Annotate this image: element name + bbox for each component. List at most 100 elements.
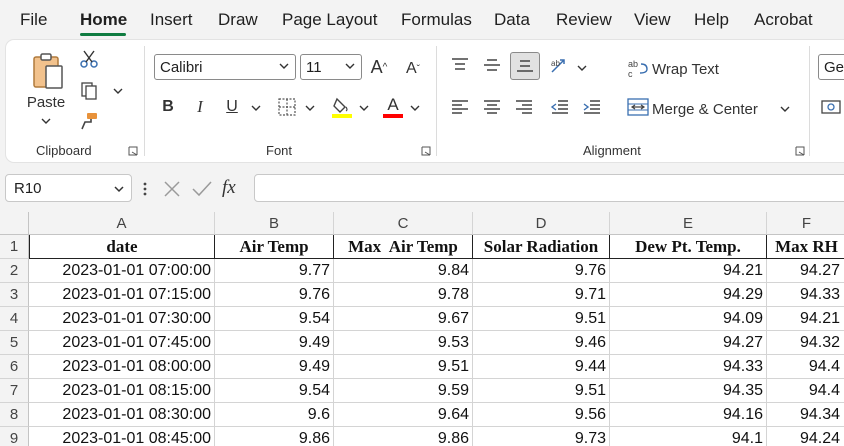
increase-font-size-button[interactable]: A ^: [368, 54, 390, 80]
row-header[interactable]: 5: [0, 331, 29, 355]
borders-chevron-icon[interactable]: [305, 103, 315, 113]
align-right-icon[interactable]: [512, 96, 536, 118]
menu-acrobat[interactable]: Acrobat: [754, 10, 813, 30]
bold-button[interactable]: B: [158, 96, 178, 118]
table-cell[interactable]: 9.51: [473, 307, 610, 331]
select-all-corner[interactable]: [0, 212, 29, 235]
column-header-a[interactable]: A: [29, 212, 215, 235]
fill-color-icon[interactable]: [330, 94, 354, 120]
menu-help[interactable]: Help: [694, 10, 729, 30]
italic-button[interactable]: I: [190, 96, 210, 118]
row-header[interactable]: 1: [0, 235, 29, 259]
table-cell[interactable]: 9.51: [473, 379, 610, 403]
column-header-d[interactable]: D: [473, 212, 610, 235]
font-size-select[interactable]: 11: [300, 54, 362, 80]
menu-data[interactable]: Data: [494, 10, 530, 30]
align-left-icon[interactable]: [448, 96, 472, 118]
table-cell[interactable]: 2023-01-01 08:00:00: [29, 355, 215, 379]
table-cell[interactable]: 9.64: [334, 403, 473, 427]
table-cell[interactable]: 9.56: [473, 403, 610, 427]
orientation-icon[interactable]: ab: [548, 54, 572, 78]
table-cell[interactable]: 94.24: [767, 427, 844, 446]
clipboard-launcher-icon[interactable]: [128, 146, 138, 156]
table-cell[interactable]: 94.33: [610, 355, 767, 379]
header-cell-dew-pt-temp[interactable]: Dew Pt. Temp.: [610, 235, 767, 259]
row-header[interactable]: 6: [0, 355, 29, 379]
table-cell[interactable]: 9.6: [215, 403, 334, 427]
menu-home[interactable]: Home: [80, 10, 127, 30]
table-cell[interactable]: 2023-01-01 07:45:00: [29, 331, 215, 355]
decrease-font-size-button[interactable]: Aˇ: [402, 56, 424, 82]
more-options-icon[interactable]: [142, 180, 148, 198]
paste-icon[interactable]: [28, 50, 68, 94]
increase-indent-icon[interactable]: [580, 96, 604, 118]
paste-label[interactable]: Paste: [26, 93, 66, 111]
fill-color-chevron-icon[interactable]: [359, 103, 369, 113]
table-cell[interactable]: 9.54: [215, 379, 334, 403]
copy-dropdown-chevron-icon[interactable]: [113, 86, 123, 96]
copy-icon[interactable]: [78, 80, 100, 102]
merge-center-icon[interactable]: [626, 96, 650, 118]
menu-page-layout[interactable]: Page Layout: [282, 10, 377, 30]
table-cell[interactable]: 94.09: [610, 307, 767, 331]
align-center-icon[interactable]: [480, 96, 504, 118]
row-header[interactable]: 2: [0, 259, 29, 283]
column-header-b[interactable]: B: [215, 212, 334, 235]
table-cell[interactable]: 2023-01-01 07:30:00: [29, 307, 215, 331]
column-header-f[interactable]: F: [767, 212, 844, 235]
table-cell[interactable]: 94.4: [767, 379, 844, 403]
table-cell[interactable]: 9.53: [334, 331, 473, 355]
table-cell[interactable]: 2023-01-01 08:15:00: [29, 379, 215, 403]
menu-insert[interactable]: Insert: [150, 10, 193, 30]
table-cell[interactable]: 9.77: [215, 259, 334, 283]
table-cell[interactable]: 94.27: [767, 259, 844, 283]
alignment-launcher-icon[interactable]: [795, 146, 805, 156]
table-cell[interactable]: 9.49: [215, 355, 334, 379]
underline-button[interactable]: U: [222, 96, 242, 118]
table-cell[interactable]: 9.49: [215, 331, 334, 355]
table-cell[interactable]: 94.34: [767, 403, 844, 427]
table-cell[interactable]: 9.86: [215, 427, 334, 446]
row-header[interactable]: 9: [0, 427, 29, 446]
table-cell[interactable]: 9.78: [334, 283, 473, 307]
align-top-icon[interactable]: [448, 54, 472, 76]
wrap-text-button[interactable]: Wrap Text: [652, 58, 719, 80]
chevron-down-icon[interactable]: [113, 183, 125, 195]
formula-input[interactable]: [254, 174, 844, 202]
table-cell[interactable]: 94.29: [610, 283, 767, 307]
table-cell[interactable]: 9.76: [473, 259, 610, 283]
row-header[interactable]: 4: [0, 307, 29, 331]
table-cell[interactable]: 9.51: [334, 355, 473, 379]
table-cell[interactable]: 9.54: [215, 307, 334, 331]
table-cell[interactable]: 9.84: [334, 259, 473, 283]
table-cell[interactable]: 9.73: [473, 427, 610, 446]
menu-formulas[interactable]: Formulas: [401, 10, 472, 30]
column-header-c[interactable]: C: [334, 212, 473, 235]
table-cell[interactable]: 9.76: [215, 283, 334, 307]
column-header-e[interactable]: E: [610, 212, 767, 235]
table-cell[interactable]: 2023-01-01 08:30:00: [29, 403, 215, 427]
table-cell[interactable]: 94.32: [767, 331, 844, 355]
font-color-icon[interactable]: A: [381, 94, 405, 120]
spreadsheet-grid[interactable]: A B C D E F 1 2 3 4 5 6 7 8 9 date Air T…: [0, 212, 844, 446]
menu-view[interactable]: View: [634, 10, 671, 30]
decrease-indent-icon[interactable]: [548, 96, 572, 118]
table-cell[interactable]: 94.27: [610, 331, 767, 355]
table-cell[interactable]: 9.86: [334, 427, 473, 446]
header-cell-max-air-temp[interactable]: Max Air Temp: [334, 235, 473, 259]
enter-icon[interactable]: [191, 179, 213, 199]
table-cell[interactable]: 94.35: [610, 379, 767, 403]
table-cell[interactable]: 94.4: [767, 355, 844, 379]
number-format-select[interactable]: Gen: [818, 54, 844, 80]
currency-format-icon[interactable]: [820, 96, 844, 118]
align-bottom-icon[interactable]: [510, 52, 540, 80]
table-cell[interactable]: 94.21: [610, 259, 767, 283]
table-cell[interactable]: 9.44: [473, 355, 610, 379]
table-cell[interactable]: 9.71: [473, 283, 610, 307]
row-header[interactable]: 7: [0, 379, 29, 403]
paste-dropdown-chevron-icon[interactable]: [41, 116, 51, 126]
table-cell[interactable]: 9.46: [473, 331, 610, 355]
underline-chevron-icon[interactable]: [251, 103, 261, 113]
wrap-text-icon[interactable]: ab c: [626, 56, 650, 80]
table-cell[interactable]: 94.1: [610, 427, 767, 446]
